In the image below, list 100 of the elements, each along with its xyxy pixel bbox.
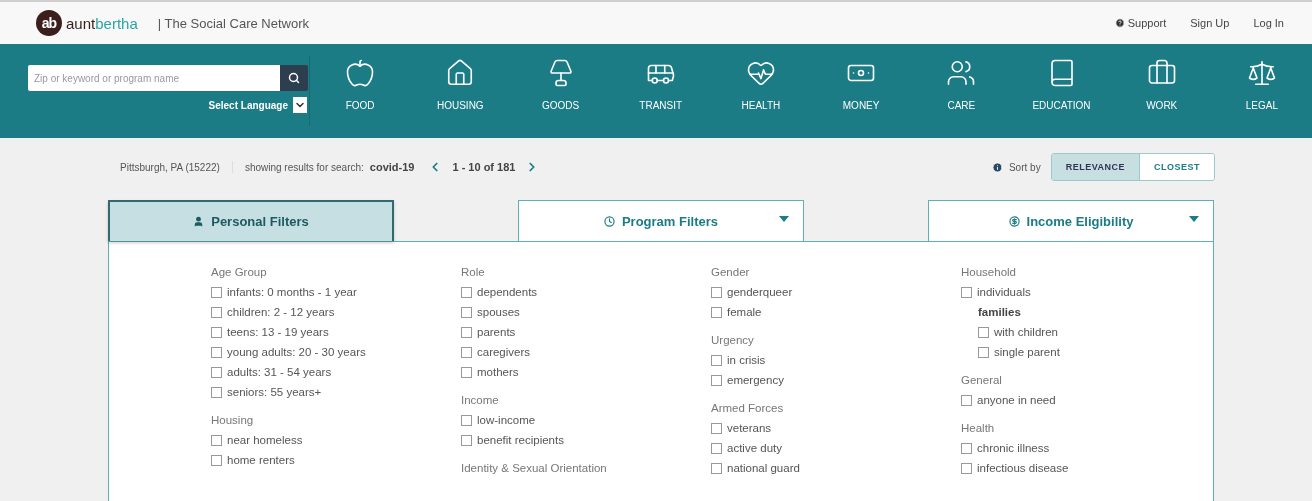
- checkbox[interactable]: [211, 386, 222, 398]
- checkbox[interactable]: [211, 286, 222, 298]
- filter-option[interactable]: national guard: [711, 458, 961, 478]
- category-link[interactable]: GOODS: [510, 44, 611, 138]
- checkbox[interactable]: [711, 442, 722, 454]
- checkbox[interactable]: [978, 326, 989, 338]
- apple-icon: [345, 58, 376, 88]
- coin-icon: [1008, 215, 1020, 227]
- checkbox[interactable]: [461, 346, 472, 358]
- filter-option[interactable]: caregivers: [461, 342, 711, 362]
- checkbox[interactable]: [211, 434, 222, 446]
- filter-option[interactable]: home renters: [211, 450, 461, 470]
- filter-option[interactable]: infants: 0 months - 1 year: [211, 282, 461, 302]
- checkbox[interactable]: [711, 306, 722, 318]
- category-link[interactable]: EDUCATION: [1011, 44, 1112, 138]
- header-link[interactable]: Sign Up: [1190, 17, 1230, 29]
- header-link[interactable]: Log In: [1253, 17, 1284, 29]
- checkbox[interactable]: [961, 394, 972, 406]
- checkbox[interactable]: [461, 414, 472, 426]
- filter-option[interactable]: teens: 13 - 19 years: [211, 322, 461, 342]
- scales-icon: [1246, 58, 1277, 88]
- category-link[interactable]: TRANSIT: [610, 44, 711, 138]
- logo-wordmark[interactable]: auntbertha: [66, 14, 138, 32]
- filter-option[interactable]: spouses: [461, 302, 711, 322]
- search-query: covid-19: [369, 161, 415, 173]
- checkbox[interactable]: [961, 462, 972, 474]
- checkbox[interactable]: [461, 286, 472, 298]
- sort-button[interactable]: CLOSEST: [1139, 154, 1214, 180]
- sort-button[interactable]: RELEVANCE: [1051, 154, 1139, 180]
- group-title: Urgency: [711, 333, 755, 348]
- category-link[interactable]: LEGAL: [1211, 44, 1312, 138]
- filter-option[interactable]: individuals: [961, 282, 1211, 302]
- filter-option[interactable]: infectious disease: [961, 458, 1211, 478]
- filter-option[interactable]: active duty: [711, 438, 961, 458]
- filter-option[interactable]: genderqueer: [711, 282, 961, 302]
- filter-option[interactable]: benefit recipients: [461, 430, 711, 450]
- category-link[interactable]: WORK: [1111, 44, 1212, 138]
- checkbox[interactable]: [711, 374, 722, 386]
- checkbox[interactable]: [711, 422, 722, 434]
- checkbox[interactable]: [211, 306, 222, 318]
- filter-option[interactable]: female: [711, 302, 961, 322]
- logo-mark[interactable]: ab: [36, 10, 62, 36]
- group-title: Role: [461, 265, 486, 280]
- filter-option[interactable]: chronic illness: [961, 438, 1211, 458]
- filter-tab[interactable]: Income Eligibility: [928, 200, 1214, 241]
- checkbox[interactable]: [211, 366, 222, 378]
- people-icon: [946, 58, 977, 88]
- filter-option[interactable]: single parent: [961, 342, 1211, 362]
- filter-option[interactable]: children: 2 - 12 years: [211, 302, 461, 322]
- help-icon: [1114, 18, 1125, 28]
- filter-tab[interactable]: Program Filters: [518, 200, 804, 241]
- search-field[interactable]: Zip or keyword or program name: [28, 65, 280, 91]
- category-link[interactable]: HOUSING: [410, 44, 511, 138]
- category-link[interactable]: MONEY: [811, 44, 912, 138]
- checkbox[interactable]: [461, 366, 472, 378]
- filter-option[interactable]: low-income: [461, 410, 711, 430]
- checkbox[interactable]: [461, 434, 472, 446]
- filter-option[interactable]: anyone in need: [961, 390, 1211, 410]
- checkbox[interactable]: [961, 442, 972, 454]
- filter-option[interactable]: near homeless: [211, 430, 461, 450]
- search-icon: [288, 72, 300, 84]
- filter-option[interactable]: young adults: 20 - 30 years: [211, 342, 461, 362]
- language-label: Select Language: [208, 99, 288, 111]
- category-link[interactable]: CARE: [911, 44, 1012, 138]
- sort-label: Sort by: [1008, 161, 1041, 173]
- group-title: General: [961, 373, 1003, 388]
- checkbox[interactable]: [461, 326, 472, 338]
- checkbox[interactable]: [211, 326, 222, 338]
- filter-tab[interactable]: Personal Filters: [108, 200, 394, 241]
- checkbox[interactable]: [711, 286, 722, 298]
- filter-option[interactable]: parents: [461, 322, 711, 342]
- checkbox[interactable]: [978, 346, 989, 358]
- language-dropdown[interactable]: [293, 97, 307, 113]
- checkbox[interactable]: [961, 286, 972, 298]
- subgroup-title: families: [977, 305, 1022, 320]
- checkbox[interactable]: [211, 346, 222, 358]
- filter-option[interactable]: emergency: [711, 370, 961, 390]
- group-title: Health: [961, 421, 996, 436]
- checkbox[interactable]: [211, 454, 222, 466]
- group-title: Household: [961, 265, 1017, 280]
- category-link[interactable]: FOOD: [310, 44, 411, 138]
- filter-option[interactable]: adults: 31 - 54 years: [211, 362, 461, 382]
- checkbox[interactable]: [711, 354, 722, 366]
- group-title: Housing: [211, 413, 255, 428]
- header-link[interactable]: Support: [1114, 17, 1167, 29]
- category-link[interactable]: HEALTH: [710, 44, 811, 138]
- filter-option[interactable]: dependents: [461, 282, 711, 302]
- checkbox[interactable]: [461, 306, 472, 318]
- group-title: Gender: [711, 265, 751, 280]
- result-range: 1 - 10 of 181: [452, 161, 516, 173]
- filter-option[interactable]: with children: [961, 322, 1211, 342]
- group-title: Armed Forces: [711, 401, 785, 416]
- filter-option[interactable]: mothers: [461, 362, 711, 382]
- search-button[interactable]: [280, 65, 308, 91]
- group-title: Age Group: [211, 265, 268, 280]
- filter-option[interactable]: veterans: [711, 418, 961, 438]
- checkbox[interactable]: [711, 462, 722, 474]
- filter-option[interactable]: seniors: 55 years+: [211, 382, 461, 402]
- filter-option[interactable]: in crisis: [711, 350, 961, 370]
- group-title: Identity & Sexual Orientation: [461, 461, 608, 476]
